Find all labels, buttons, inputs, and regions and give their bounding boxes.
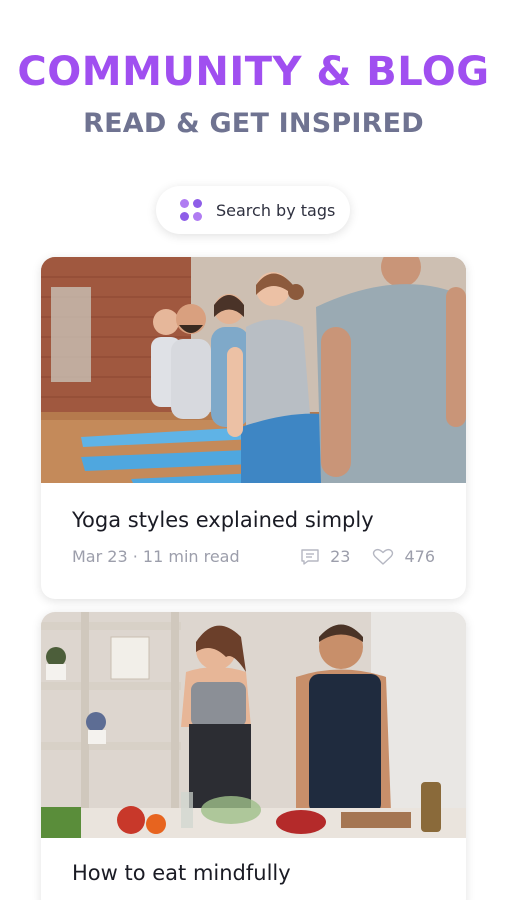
article-image-yoga [41, 257, 466, 483]
screen: COMMUNITY & BLOG READ & GET INSPIRED Sea… [0, 0, 507, 900]
article-card[interactable]: How to eat mindfully [41, 612, 466, 900]
article-title[interactable]: How to eat mindfully [72, 863, 291, 884]
search-by-tags-label: Search by tags [216, 200, 336, 220]
page-title: COMMUNITY & BLOG [17, 49, 490, 95]
comments-value: 23 [330, 547, 351, 566]
page-subtitle: READ & GET INSPIRED [83, 108, 424, 139]
comments-count[interactable]: 23 [300, 547, 350, 566]
likes-count[interactable]: 476 [372, 547, 435, 566]
comment-icon [301, 548, 319, 565]
article-read-time: 11 min read [142, 547, 240, 566]
article-date-read: Mar 23 · 11 min read [72, 547, 278, 566]
article-meta: Mar 23 · 11 min read 23 476 [72, 547, 435, 566]
likes-value: 476 [404, 547, 435, 566]
search-by-tags-button[interactable]: Search by tags [156, 186, 350, 234]
article-image-cooking [41, 612, 466, 838]
article-date: Mar 23 [72, 547, 128, 566]
heart-icon [373, 548, 394, 565]
article-card[interactable]: Yoga styles explained simply Mar 23 · 11… [41, 257, 466, 599]
article-title[interactable]: Yoga styles explained simply [72, 510, 374, 531]
meta-separator: · [132, 547, 143, 566]
tags-grid-icon [180, 199, 202, 221]
